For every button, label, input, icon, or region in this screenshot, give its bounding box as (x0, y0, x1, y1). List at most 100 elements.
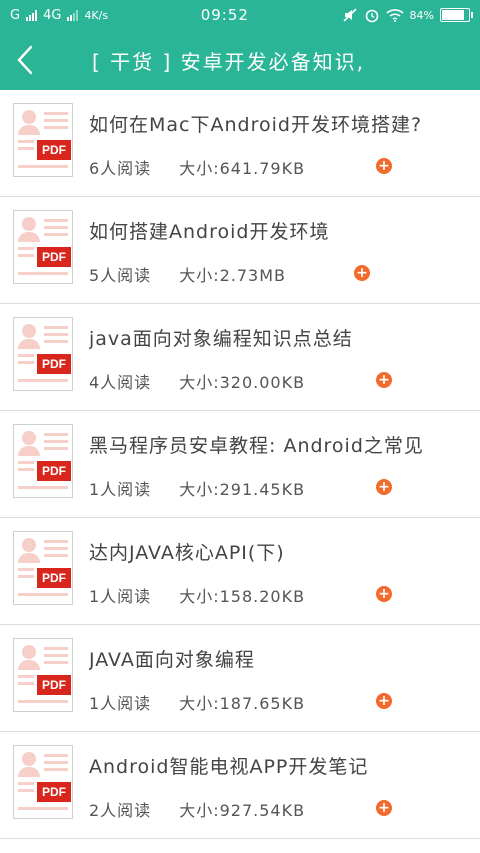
text-line (18, 165, 68, 168)
text-line (44, 647, 68, 650)
pdf-badge: PDF (37, 461, 71, 481)
text-line (44, 233, 68, 236)
alarm-icon (365, 9, 378, 23)
file-size: 320.00KB (219, 373, 306, 392)
signal-icon-2 (67, 9, 79, 21)
file-size: 641.79KB (219, 159, 306, 178)
document-title: java面向对象编程知识点总结 (89, 328, 353, 350)
back-button[interactable] (0, 30, 50, 90)
status-bar: G 4G 4K/s 09:52 84% (0, 0, 480, 30)
file-size: 927.54KB (219, 801, 306, 820)
add-icon[interactable]: + (376, 372, 392, 388)
avatar-body-shape (18, 553, 40, 563)
back-arrow-icon (17, 45, 33, 75)
status-right: 84% (342, 7, 473, 23)
text-line (44, 219, 68, 222)
text-line (18, 140, 34, 143)
size-label: 大小: (179, 266, 220, 285)
document-meta: 1人阅读 大小:291.45KB (89, 476, 305, 500)
add-icon[interactable]: + (376, 693, 392, 709)
text-line (44, 126, 68, 129)
battery-percent: 84% (409, 8, 434, 22)
file-size: 158.20KB (219, 587, 306, 606)
text-line (18, 568, 34, 571)
pdf-badge: PDF (37, 140, 71, 160)
add-icon[interactable]: + (376, 479, 392, 495)
size-label: 大小: (179, 373, 220, 392)
document-meta: 2人阅读 大小:927.54KB (89, 797, 305, 821)
app-bar: [ 干货 ] 安卓开发必备知识, (0, 30, 480, 90)
pdf-badge: PDF (37, 675, 71, 695)
list-item[interactable]: PDF java面向对象编程知识点总结 4人阅读 大小:320.00KB + (0, 304, 480, 411)
avatar-head-shape (22, 217, 36, 231)
document-title: 如何在Mac下Android开发环境搭建? (89, 114, 423, 136)
document-title: Android智能电视APP开发笔记 (89, 756, 369, 778)
avatar-head-shape (22, 752, 36, 766)
pdf-file-icon: PDF (13, 638, 73, 712)
list-item[interactable]: PDF JAVA面向对象编程 1人阅读 大小:187.65KB + (0, 625, 480, 732)
pdf-badge: PDF (37, 247, 71, 267)
reader-count: 1人阅读 (89, 694, 152, 713)
avatar-head-shape (22, 538, 36, 552)
list-item[interactable]: PDF Android智能电视APP开发笔记 2人阅读 大小:927.54KB + (0, 732, 480, 839)
add-icon[interactable]: + (376, 586, 392, 602)
file-size: 2.73MB (219, 266, 286, 285)
size-label: 大小: (179, 480, 220, 499)
text-line (18, 354, 34, 357)
reader-count: 4人阅读 (89, 373, 152, 392)
status-left: G 4G 4K/s (10, 8, 108, 23)
avatar-body-shape (18, 339, 40, 349)
document-title: 黑马程序员安卓教程: Android之常见 (89, 435, 424, 457)
list-item[interactable]: PDF 黑马程序员安卓教程: Android之常见 1人阅读 大小:291.45K… (0, 411, 480, 518)
document-meta: 1人阅读 大小:187.65KB (89, 690, 305, 714)
document-meta: 5人阅读 大小:2.73MB (89, 262, 286, 286)
document-meta: 6人阅读 大小:641.79KB (89, 155, 305, 179)
list-item[interactable]: PDF 达内JAVA核心API(下) 1人阅读 大小:158.20KB + (0, 518, 480, 625)
signal-icon (26, 9, 38, 21)
text-line (44, 447, 68, 450)
pdf-file-icon: PDF (13, 317, 73, 391)
text-line (44, 226, 68, 229)
text-line (18, 361, 34, 364)
avatar-head-shape (22, 110, 36, 124)
document-title: JAVA面向对象编程 (89, 649, 255, 671)
text-line (18, 789, 34, 792)
text-line (18, 147, 34, 150)
list-item[interactable]: PDF 如何搭建Android开发环境 5人阅读 大小:2.73MB + (0, 197, 480, 304)
document-meta: 4人阅读 大小:320.00KB (89, 369, 305, 393)
text-line (44, 333, 68, 336)
document-list: PDF 如何在Mac下Android开发环境搭建? 6人阅读 大小:641.79K… (0, 90, 480, 839)
carrier-1: G (10, 7, 21, 23)
text-line (18, 807, 68, 810)
avatar-body-shape (18, 446, 40, 456)
avatar-body-shape (18, 232, 40, 242)
pdf-badge: PDF (37, 782, 71, 802)
size-label: 大小: (179, 694, 220, 713)
list-item[interactable]: PDF 如何在Mac下Android开发环境搭建? 6人阅读 大小:641.79K… (0, 90, 480, 197)
pdf-file-icon: PDF (13, 210, 73, 284)
reader-count: 2人阅读 (89, 801, 152, 820)
reader-count: 5人阅读 (89, 266, 152, 285)
file-size: 187.65KB (219, 694, 306, 713)
text-line (44, 119, 68, 122)
size-label: 大小: (179, 159, 220, 178)
text-line (18, 575, 34, 578)
add-icon[interactable]: + (376, 800, 392, 816)
text-line (44, 761, 68, 764)
text-line (44, 440, 68, 443)
avatar-head-shape (22, 645, 36, 659)
size-label: 大小: (179, 587, 220, 606)
text-line (44, 326, 68, 329)
add-icon[interactable]: + (354, 265, 370, 281)
reader-count: 1人阅读 (89, 587, 152, 606)
avatar-body-shape (18, 660, 40, 670)
add-icon[interactable]: + (376, 158, 392, 174)
clock: 09:52 (200, 6, 249, 24)
document-title: 如何搭建Android开发环境 (89, 221, 330, 243)
text-line (44, 340, 68, 343)
text-line (44, 540, 68, 543)
text-line (44, 554, 68, 557)
text-line (18, 254, 34, 257)
pdf-badge: PDF (37, 354, 71, 374)
text-line (18, 782, 34, 785)
